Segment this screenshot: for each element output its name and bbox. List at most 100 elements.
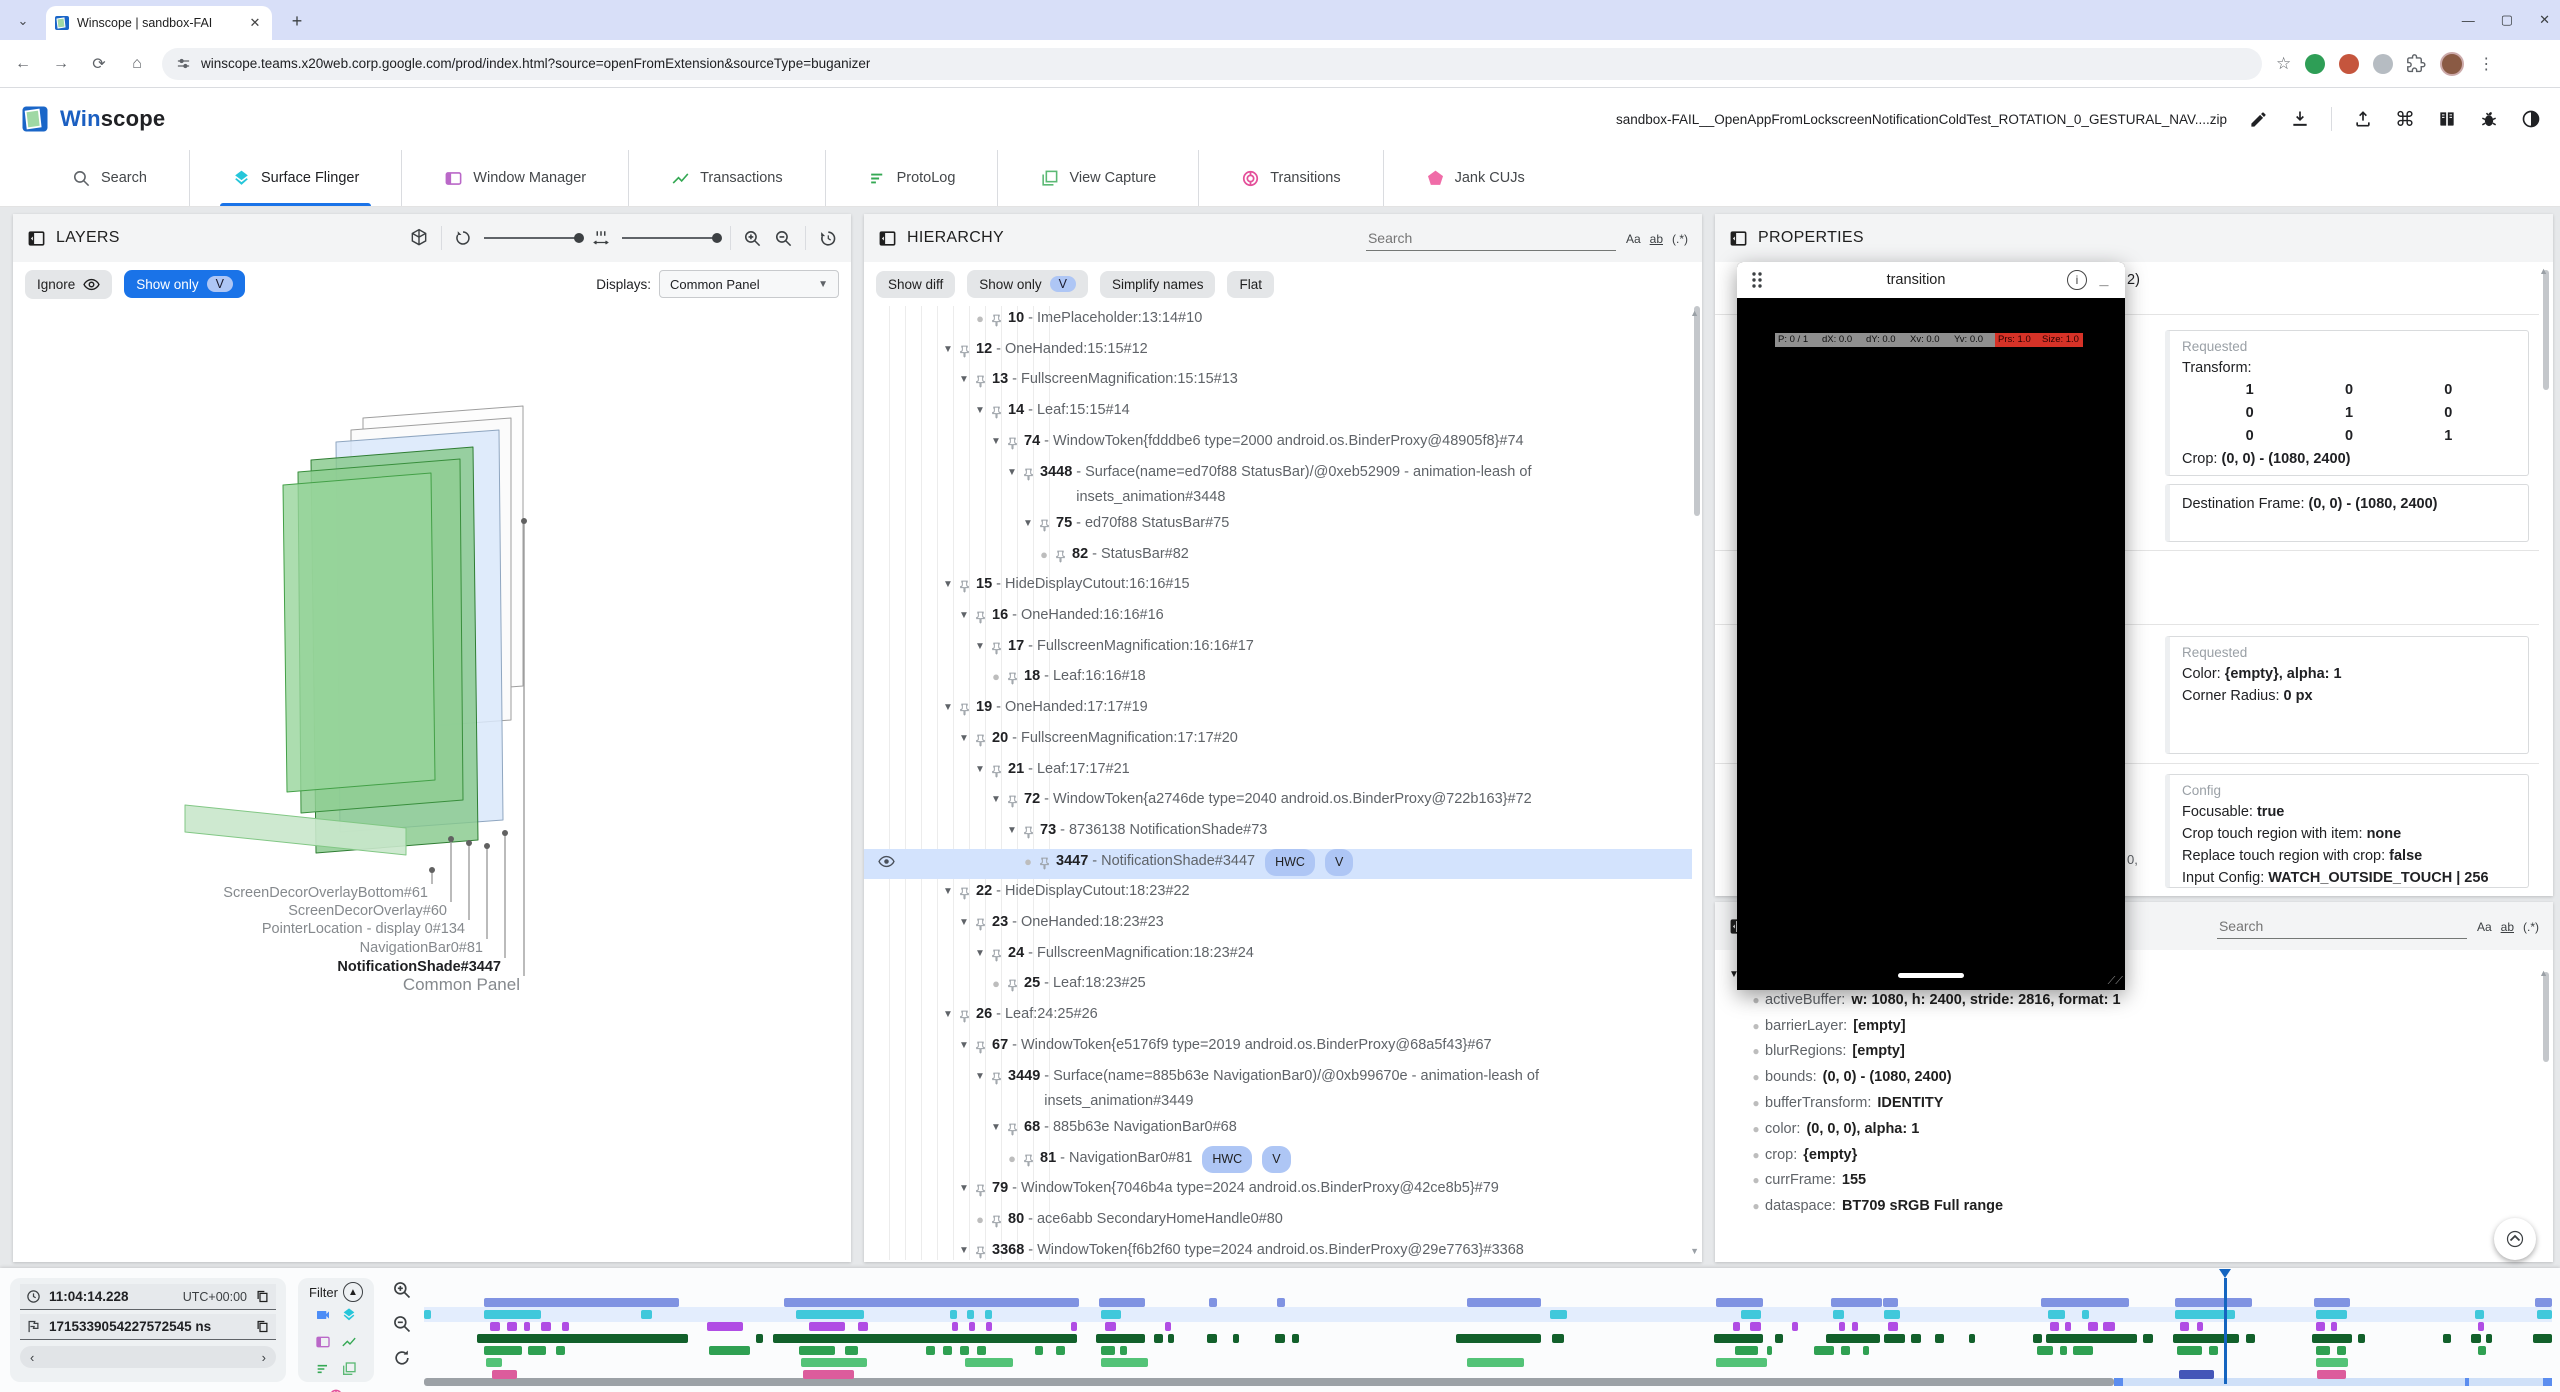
layer-label[interactable]: NavigationBar0#81 — [360, 940, 483, 956]
trace-segment[interactable] — [2179, 1370, 2214, 1379]
tree-row[interactable]: ●10- ImePlaceholder:13:14#10 — [864, 306, 1692, 337]
trace-segment[interactable] — [484, 1298, 680, 1307]
match-case-icon[interactable]: Aa — [1626, 232, 1641, 246]
trace-segment[interactable] — [2312, 1334, 2352, 1343]
trace-segment[interactable] — [2065, 1322, 2071, 1331]
expand-arrow-icon[interactable]: ▼ — [970, 757, 990, 783]
pin-icon[interactable] — [958, 695, 974, 726]
tree-row[interactable]: ▼13- FullscreenMagnification:15:15#13 — [864, 367, 1692, 398]
pin-icon[interactable] — [958, 572, 974, 603]
trace-segment[interactable] — [1888, 1322, 1898, 1331]
scrollbar-elapsed[interactable] — [424, 1378, 2114, 1386]
expand-arrow-icon[interactable]: ▼ — [954, 1033, 974, 1059]
trace-segment[interactable] — [2331, 1322, 2337, 1331]
trace-segment[interactable] — [1826, 1334, 1879, 1343]
tree-row-selected[interactable]: ●3447- NotificationShade#3447HWCV — [864, 849, 1692, 880]
zoom-out-icon[interactable] — [774, 229, 793, 248]
trace-segment[interactable] — [952, 1322, 958, 1331]
window-minimize-button[interactable]: — — [2462, 13, 2475, 28]
show-only-visible-chip[interactable]: Show only V — [124, 270, 245, 298]
trace-segment[interactable] — [1741, 1310, 1761, 1319]
trace-segment[interactable] — [484, 1310, 541, 1319]
trace-segment[interactable] — [528, 1346, 546, 1355]
trace-segment[interactable] — [486, 1358, 502, 1367]
proto-scrollbar[interactable] — [2543, 972, 2549, 1062]
pin-icon[interactable] — [1054, 542, 1070, 573]
trace-segment[interactable] — [2314, 1298, 2350, 1307]
tree-row[interactable]: ▼3368- WindowToken{f6b2f60 type=2024 and… — [864, 1238, 1692, 1260]
minimize-icon[interactable]: _ — [2095, 271, 2113, 289]
pin-icon[interactable] — [974, 603, 990, 634]
trace-segment[interactable] — [1035, 1346, 1044, 1355]
trace-segment[interactable] — [1101, 1346, 1115, 1355]
layer-spacing-icon[interactable] — [592, 229, 610, 247]
trace-segment[interactable] — [1863, 1346, 1869, 1355]
expand-arrow-icon[interactable]: ▼ — [986, 1115, 1006, 1141]
chip-flat[interactable]: Flat — [1227, 271, 1274, 298]
trace-segment[interactable] — [1101, 1310, 1121, 1319]
download-icon[interactable] — [2289, 108, 2311, 130]
trace-segment[interactable] — [773, 1334, 1077, 1343]
pin-icon[interactable] — [1006, 664, 1022, 695]
regex-icon[interactable]: (.*) — [1672, 232, 1688, 246]
expand-arrow-icon[interactable]: ▼ — [954, 1176, 974, 1202]
tree-row[interactable]: ▼26- Leaf:24:25#26 — [864, 1002, 1692, 1033]
trace-segment[interactable] — [1277, 1298, 1284, 1307]
tree-row[interactable]: ▼19- OneHanded:17:17#19 — [864, 695, 1692, 726]
trace-segment[interactable] — [2537, 1310, 2552, 1319]
nav-tab-surface-flinger[interactable]: Surface Flinger — [189, 150, 401, 206]
trace-segment[interactable] — [1101, 1358, 1148, 1367]
pin-icon[interactable] — [1006, 1115, 1022, 1146]
trace-segment[interactable] — [985, 1310, 992, 1319]
scroll-to-top-button[interactable] — [2494, 1218, 2536, 1260]
trace-segment[interactable] — [2173, 1334, 2239, 1343]
frames-trace-toggle[interactable] — [341, 1361, 357, 1382]
nav-tab-transactions[interactable]: Transactions — [628, 150, 824, 206]
zoom-in-icon[interactable] — [743, 229, 762, 248]
pin-icon[interactable] — [958, 337, 974, 368]
trace-segment[interactable] — [943, 1346, 952, 1355]
layers-trace-toggle[interactable] — [341, 1307, 357, 1328]
nav-tab-transitions[interactable]: Transitions — [1198, 150, 1382, 206]
tree-row[interactable]: ●25- Leaf:18:23#25 — [864, 971, 1692, 1002]
trace-segment[interactable] — [2037, 1346, 2053, 1355]
pin-icon[interactable] — [1006, 787, 1022, 818]
drag-handle-icon[interactable] — [1749, 270, 1765, 290]
transition-preview-window[interactable]: transition i _ P: 0 / 1dX: 0.0dY: 0.0Xv:… — [1737, 262, 2125, 990]
tree-row[interactable]: ▼3448- Surface(name=ed70f88 StatusBar)/@… — [864, 460, 1692, 511]
trace-segment[interactable] — [2082, 1310, 2089, 1319]
tree-row[interactable]: ▼20- FullscreenMagnification:17:17#20 — [864, 726, 1692, 757]
expand-arrow-icon[interactable]: ▼ — [1002, 460, 1022, 486]
pin-icon[interactable] — [974, 1176, 990, 1207]
selection-start-handle[interactable] — [2114, 1378, 2124, 1386]
tree-row[interactable]: ▼21- Leaf:17:17#21 — [864, 757, 1692, 788]
trace-segment[interactable] — [2209, 1346, 2218, 1355]
tree-row[interactable]: ▼16- OneHanded:16:16#16 — [864, 603, 1692, 634]
timeline-zoom-in-icon[interactable] — [392, 1280, 412, 1300]
trace-segment[interactable] — [969, 1322, 975, 1331]
hierarchy-scrollbar[interactable] — [1694, 306, 1700, 516]
trace-segment[interactable] — [2316, 1322, 2326, 1331]
prev-frame-icon[interactable]: ‹ — [30, 1350, 34, 1365]
back-button[interactable]: ← — [8, 55, 38, 73]
trace-segment[interactable] — [2143, 1334, 2153, 1343]
rotation-slider[interactable] — [484, 237, 580, 239]
trace-segment[interactable] — [507, 1322, 517, 1331]
proto-property-row[interactable]: ●color:(0, 0, 0), alpha: 1 — [1747, 1117, 2547, 1143]
pin-icon[interactable] — [1006, 429, 1022, 460]
tree-row[interactable]: ▼68- 885b63e NavigationBar0#68 — [864, 1115, 1692, 1146]
tree-row[interactable]: ▼67- WindowToken{e5176f9 type=2019 andro… — [864, 1033, 1692, 1064]
trace-segment[interactable] — [1714, 1334, 1763, 1343]
trace-segment[interactable] — [1120, 1346, 1127, 1355]
selection-mark[interactable] — [2465, 1378, 2469, 1386]
pin-icon[interactable] — [1022, 818, 1038, 849]
trace-segment[interactable] — [2478, 1346, 2487, 1355]
report-bug-icon[interactable] — [2478, 108, 2500, 130]
shortcuts-command-icon[interactable]: ⌘ — [2394, 108, 2416, 130]
tree-row[interactable]: ●80- ace6abb SecondaryHomeHandle0#80 — [864, 1207, 1692, 1238]
trace-segment[interactable] — [709, 1346, 749, 1355]
layer-label[interactable]: Common Panel — [403, 975, 520, 994]
trace-segment[interactable] — [1550, 1310, 1567, 1319]
pin-icon[interactable] — [990, 398, 1006, 429]
trace-segment[interactable] — [1841, 1346, 1850, 1355]
